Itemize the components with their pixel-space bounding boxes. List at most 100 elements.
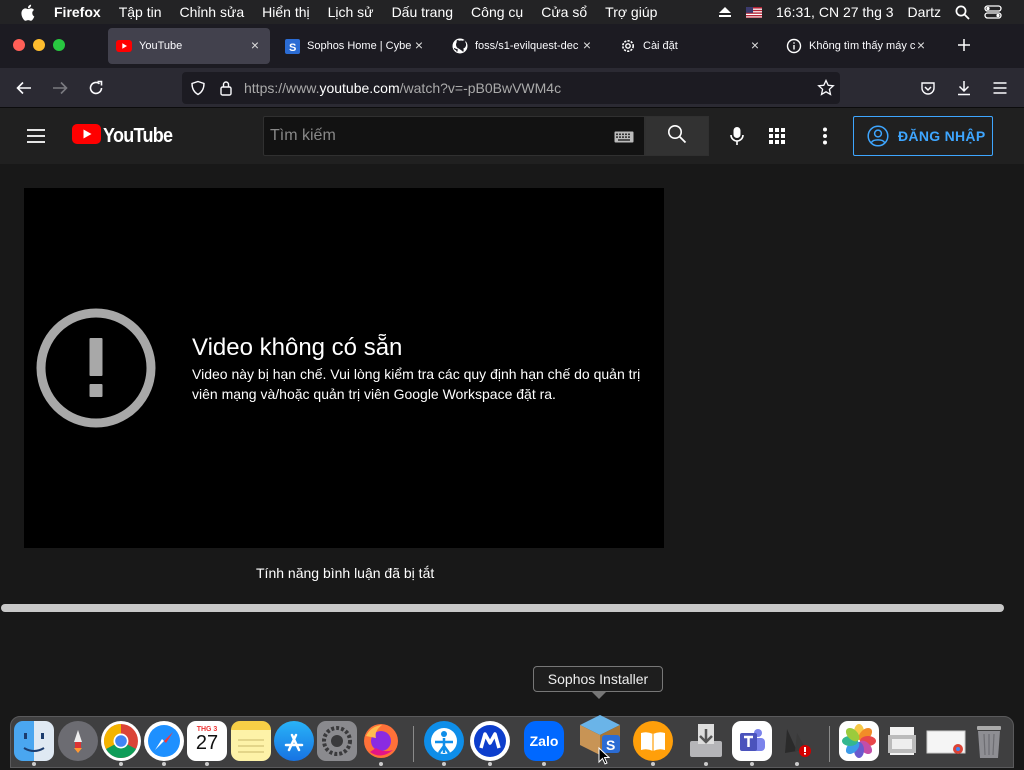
close-tab-icon[interactable]: ×	[412, 38, 426, 52]
youtube-logo[interactable]: YouTube	[72, 123, 180, 149]
running-indicator	[795, 762, 799, 766]
zoom-window-button[interactable]	[53, 39, 65, 51]
dock-separator	[829, 726, 830, 762]
menubar-clock[interactable]: 16:31, CN 27 thg 3	[776, 4, 894, 20]
sign-in-button[interactable]: ĐĂNG NHẬP	[853, 116, 993, 156]
zalo-icon[interactable]: Zalo	[524, 721, 564, 761]
tab-server-not-found[interactable]: Không tìm thấy máy c ×	[778, 28, 936, 64]
preview-icon[interactable]	[882, 721, 922, 761]
chrome-icon[interactable]	[101, 721, 141, 761]
tab-settings[interactable]: Cài đặt ×	[612, 28, 770, 64]
back-button[interactable]	[12, 76, 36, 100]
photos-icon[interactable]	[839, 721, 879, 761]
close-tab-icon[interactable]: ×	[914, 38, 928, 52]
youtube-icon	[116, 38, 132, 54]
notes-icon[interactable]	[231, 721, 271, 761]
search-input[interactable]	[270, 125, 600, 147]
running-indicator	[488, 762, 492, 766]
zalo-label: Zalo	[529, 733, 559, 749]
guide-menu-icon[interactable]	[24, 124, 48, 148]
installer-icon[interactable]	[686, 721, 726, 761]
more-options-icon[interactable]	[813, 124, 837, 148]
spotlight-search-icon[interactable]	[955, 5, 970, 20]
eject-icon[interactable]	[718, 6, 732, 18]
calendar-icon[interactable]: THG 3 27	[187, 721, 227, 761]
gear-icon	[620, 38, 636, 54]
teams-icon[interactable]	[732, 721, 772, 761]
svg-text:S: S	[289, 42, 296, 54]
microphone-icon[interactable]	[725, 124, 749, 148]
pocket-icon[interactable]	[916, 76, 940, 100]
app-menu-icon[interactable]	[988, 76, 1012, 100]
forward-button[interactable]	[48, 76, 72, 100]
us-flag-icon[interactable]	[746, 6, 763, 18]
running-indicator	[32, 762, 36, 766]
menu-history[interactable]: Lịch sử	[328, 4, 374, 20]
tab-sophos[interactable]: S Sophos Home | Cybe ×	[276, 28, 434, 64]
menu-help[interactable]: Trợ giúp	[605, 4, 657, 20]
teamviewer-icon[interactable]	[424, 721, 464, 761]
search-box	[263, 116, 645, 156]
control-center-icon[interactable]	[984, 5, 1002, 19]
apple-icon[interactable]	[20, 4, 38, 21]
menu-edit[interactable]: Chỉnh sửa	[180, 4, 245, 20]
running-indicator	[542, 762, 546, 766]
error-title: Video không có sẵn	[192, 334, 403, 361]
comments-disabled-text: Tính năng bình luận đã bị tắt	[256, 565, 435, 581]
apps-grid-icon[interactable]	[765, 124, 789, 148]
tab-label: Không tìm thấy máy c	[809, 40, 916, 52]
url-text[interactable]: https://www.youtube.com/watch?v=-pB0BwVW…	[244, 80, 561, 96]
malwarebytes-icon[interactable]	[470, 721, 510, 761]
alert-icon	[36, 308, 156, 433]
close-window-button[interactable]	[13, 39, 25, 51]
menu-view[interactable]: Hiển thị	[262, 4, 309, 20]
search-icon	[667, 124, 687, 149]
menubar-user[interactable]: Dartz	[908, 4, 941, 20]
lock-icon[interactable]	[219, 80, 233, 101]
running-indicator	[162, 762, 166, 766]
finder-icon[interactable]	[14, 721, 54, 761]
dock-tooltip: Sophos Installer	[533, 666, 663, 699]
close-tab-icon[interactable]: ×	[748, 38, 762, 52]
trash-icon[interactable]	[969, 721, 1009, 761]
menu-file[interactable]: Tập tin	[119, 4, 162, 20]
menu-tools[interactable]: Công cụ	[471, 4, 523, 20]
shield-icon[interactable]	[190, 80, 206, 101]
keyboard-icon[interactable]	[614, 130, 634, 148]
running-indicator	[442, 762, 446, 766]
new-tab-button[interactable]	[955, 36, 973, 54]
downloads-icon[interactable]	[952, 76, 976, 100]
tab-github[interactable]: foss/s1-evilquest-dec ×	[444, 28, 602, 64]
books-icon[interactable]	[633, 721, 673, 761]
bookmark-star-icon[interactable]	[817, 78, 835, 102]
launchpad-icon[interactable]	[58, 721, 98, 761]
minimize-window-button[interactable]	[33, 39, 45, 51]
macos-menubar: Firefox Tập tin Chỉnh sửa Hiển thị Lịch …	[0, 0, 1024, 24]
search-button[interactable]	[645, 116, 709, 156]
directory-utility-icon[interactable]	[777, 721, 817, 761]
youtube-logo-text: YouTube	[103, 124, 173, 147]
url-bar[interactable]: https://www.youtube.com/watch?v=-pB0BwVW…	[182, 72, 840, 104]
menu-bookmarks[interactable]: Dấu trang	[392, 4, 453, 20]
chrome-file-icon[interactable]	[926, 721, 966, 761]
running-indicator	[651, 762, 655, 766]
running-indicator	[379, 762, 383, 766]
safari-icon[interactable]	[144, 721, 184, 761]
app-store-icon[interactable]	[274, 721, 314, 761]
menu-window[interactable]: Cửa sổ	[541, 4, 587, 20]
youtube-play-icon	[72, 123, 101, 149]
close-tab-icon[interactable]: ×	[580, 38, 594, 52]
reload-button[interactable]	[84, 76, 108, 100]
running-indicator	[750, 762, 754, 766]
dock-separator	[413, 726, 414, 762]
running-indicator	[119, 762, 123, 766]
firefox-icon[interactable]	[361, 721, 401, 761]
close-tab-icon[interactable]: ×	[248, 38, 262, 52]
sign-in-label: ĐĂNG NHẬP	[898, 128, 986, 144]
menu-app-name[interactable]: Firefox	[54, 4, 101, 20]
tab-label: Sophos Home | Cybe	[307, 40, 412, 52]
horizontal-scrollbar[interactable]	[1, 604, 1004, 612]
tab-youtube[interactable]: YouTube ×	[108, 28, 270, 64]
system-preferences-icon[interactable]	[317, 721, 357, 761]
error-message: Video này bị hạn chế. Vui lòng kiểm tra …	[192, 366, 641, 402]
